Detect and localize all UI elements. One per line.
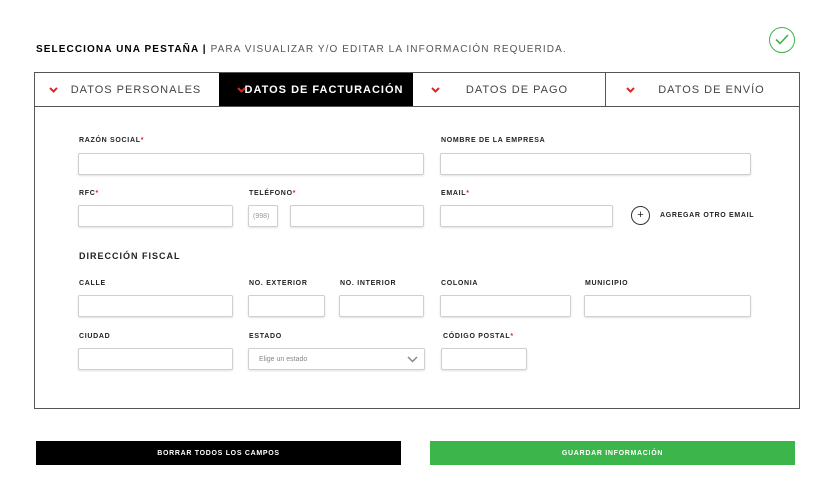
tab-bar: DATOS PERSONALES DATOS DE FACTURACIÓN DA… bbox=[34, 72, 800, 107]
header-separator: | bbox=[198, 44, 211, 55]
direccion-fiscal-title: DIRECCIÓN FISCAL bbox=[79, 251, 181, 261]
clear-all-button[interactable]: BORRAR TODOS LOS CAMPOS bbox=[36, 441, 401, 465]
nombre-empresa-label: NOMBRE DE LA EMPRESA bbox=[441, 137, 546, 144]
tab-label: DATOS DE PAGO bbox=[465, 83, 569, 96]
chevron-down-icon bbox=[49, 87, 58, 93]
tab-label: DATOS PERSONALES bbox=[70, 83, 202, 96]
estado-selected-value: Elige un estado bbox=[259, 355, 308, 363]
plus-circle-icon: + bbox=[631, 206, 650, 225]
telefono-label: TELÉFONO* bbox=[249, 190, 297, 197]
codigo-postal-input[interactable] bbox=[441, 348, 527, 370]
estado-label: ESTADO bbox=[249, 333, 282, 340]
chevron-down-icon bbox=[407, 356, 418, 363]
header-subtitle: PARA VISUALIZAR Y/O EDITAR LA INFORMACIÓ… bbox=[210, 44, 567, 55]
email-label: EMAIL* bbox=[441, 190, 470, 197]
telefono-area-input[interactable] bbox=[248, 205, 278, 227]
rfc-label: RFC* bbox=[79, 190, 99, 197]
check-circle-icon bbox=[769, 27, 795, 53]
page-header: SELECCIONA UNA PESTAÑA | PARA VISUALIZAR… bbox=[36, 44, 567, 55]
no-interior-label: NO. INTERIOR bbox=[340, 280, 397, 287]
chevron-down-icon bbox=[237, 87, 246, 93]
nombre-empresa-input[interactable] bbox=[440, 153, 751, 175]
calle-input[interactable] bbox=[78, 295, 233, 317]
header-title: SELECCIONA UNA PESTAÑA bbox=[36, 44, 199, 55]
add-email-label: AGREGAR OTRO EMAIL bbox=[660, 212, 755, 219]
codigo-postal-label: CÓDIGO POSTAL* bbox=[443, 333, 514, 340]
tab-label: DATOS DE ENVÍO bbox=[658, 83, 765, 96]
save-info-button[interactable]: GUARDAR INFORMACIÓN bbox=[430, 441, 795, 465]
chevron-down-icon bbox=[431, 87, 440, 93]
ciudad-label: CIUDAD bbox=[79, 333, 111, 340]
tab-datos-personales[interactable]: DATOS PERSONALES bbox=[35, 73, 219, 106]
rfc-input[interactable] bbox=[78, 205, 233, 227]
chevron-down-icon bbox=[626, 87, 635, 93]
estado-select[interactable]: Elige un estado bbox=[248, 348, 425, 370]
ciudad-input[interactable] bbox=[78, 348, 233, 370]
no-exterior-input[interactable] bbox=[248, 295, 325, 317]
municipio-input[interactable] bbox=[584, 295, 751, 317]
telefono-input[interactable] bbox=[290, 205, 424, 227]
razon-social-label: RAZÓN SOCIAL* bbox=[79, 137, 145, 144]
tab-datos-pago[interactable]: DATOS DE PAGO bbox=[413, 73, 606, 106]
add-email-button[interactable]: + AGREGAR OTRO EMAIL bbox=[631, 206, 754, 225]
no-exterior-label: NO. EXTERIOR bbox=[249, 280, 308, 287]
colonia-input[interactable] bbox=[440, 295, 571, 317]
tab-datos-facturacion[interactable]: DATOS DE FACTURACIÓN bbox=[219, 73, 413, 106]
no-interior-input[interactable] bbox=[339, 295, 424, 317]
razon-social-input[interactable] bbox=[78, 153, 424, 175]
calle-label: CALLE bbox=[79, 280, 106, 287]
tab-label: DATOS DE FACTURACIÓN bbox=[244, 83, 404, 96]
email-input[interactable] bbox=[440, 205, 613, 227]
municipio-label: MUNICIPIO bbox=[585, 280, 629, 287]
colonia-label: COLONIA bbox=[441, 280, 479, 287]
tab-datos-envio[interactable]: DATOS DE ENVÍO bbox=[606, 73, 799, 106]
